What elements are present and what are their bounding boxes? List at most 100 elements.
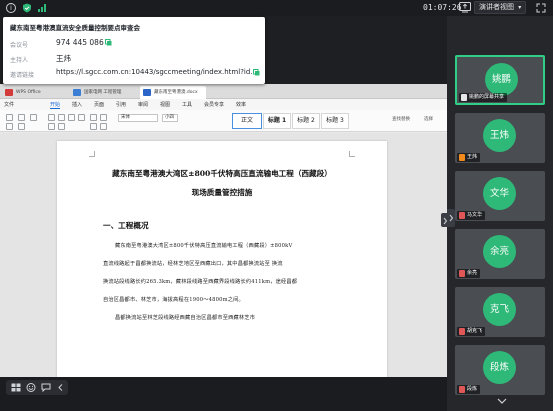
document-icon (73, 89, 81, 96)
ribbon-menu: 文件 开始 插入 页面 引用 审阅 视图 工具 会员专享 效率 (0, 99, 447, 110)
shield-icon[interactable] (22, 3, 32, 13)
toolbar-group (6, 380, 68, 395)
style-heading-2[interactable]: 标题 2 (292, 113, 320, 129)
menu-layout[interactable]: 页面 (94, 101, 104, 108)
signal-icon (38, 4, 46, 12)
menu-review[interactable]: 审阅 (138, 101, 148, 108)
find-replace-button[interactable]: 查找替换 (392, 116, 410, 122)
redo-icon[interactable] (18, 123, 25, 130)
participant-name: 段炼 (467, 386, 478, 392)
cut-icon[interactable] (18, 114, 25, 121)
reaction-icon[interactable] (26, 383, 36, 392)
mic-muted-icon (459, 328, 465, 335)
wps-icon (5, 89, 13, 96)
participant-name-badge: 王炜 (457, 153, 481, 162)
font-color-icon[interactable] (48, 123, 55, 130)
align-left-icon[interactable] (90, 114, 97, 121)
participant-tile[interactable]: 王炜 王炜 (455, 113, 545, 163)
italic-icon[interactable] (58, 114, 65, 121)
participant-name: 王炜 (467, 154, 478, 160)
avatar: 王炜 (483, 119, 516, 152)
strikethrough-icon[interactable] (78, 114, 85, 121)
share-screen-icon[interactable] (459, 2, 471, 13)
top-bar: i 01:07:26 演讲者视图 ▾ (0, 0, 553, 16)
align-center-icon[interactable] (100, 114, 107, 121)
participant-name-badge: 胡克飞 (457, 327, 486, 336)
view-mode-dropdown[interactable]: 演讲者视图 ▾ (474, 1, 527, 14)
highlight-icon[interactable] (58, 123, 65, 130)
document-title: 藏东南至粤港澳大湾区±800千伏特高压直流输电工程（西藏段） (112, 169, 332, 178)
info-icon[interactable]: i (6, 3, 16, 13)
undo-icon[interactable] (6, 123, 13, 130)
meeting-title: 藏东南至粤港澳直流安全质量控制要点审查会 (10, 24, 140, 32)
copy-link-icon[interactable] (253, 69, 260, 76)
style-heading-3[interactable]: 标题 3 (321, 113, 349, 129)
paragraph-line: 昌都换流站至林芝段线路经西藏自治区昌都市至西藏林芝市 (115, 315, 256, 321)
bold-icon[interactable] (48, 114, 55, 121)
menu-insert[interactable]: 插入 (72, 101, 82, 108)
participant-name: 胡克飞 (467, 328, 483, 334)
participant-tile[interactable]: 文华 马文华 (455, 171, 545, 221)
doc-tab[interactable]: 国家电网 工程管理 (70, 86, 136, 99)
panel-collapse-handle[interactable] (447, 209, 455, 227)
participant-tile[interactable]: 克飞 胡克飞 (455, 287, 545, 337)
copy-icon[interactable] (105, 39, 112, 46)
participant-name-badge: 马文华 (457, 211, 486, 220)
participant-name-badge: 段炼 (457, 385, 481, 394)
screen-share-icon (461, 94, 467, 101)
participant-tile[interactable]: 余亮 余亮 (455, 229, 545, 279)
style-normal[interactable]: 正文 (232, 113, 262, 129)
menu-references[interactable]: 引用 (116, 101, 126, 108)
grid-view-icon[interactable] (11, 383, 21, 392)
mic-muted-icon (459, 270, 465, 277)
paragraph-line: 藏东南至粤港澳大湾区±800千伏特高压直流输电工程（西藏段）±800kV (115, 243, 293, 249)
document-tab-bar: WPS Office 国家电网 工程管理 藏东南至粤港澳.docx (0, 84, 447, 99)
avatar: 文华 (483, 177, 516, 210)
menu-file[interactable]: 文件 (4, 101, 14, 108)
avatar: 段炼 (483, 351, 516, 384)
bottom-toolbar (0, 377, 447, 411)
menu-home[interactable]: 开始 (50, 101, 61, 109)
invite-link-value[interactable]: https://l.sgcc.com.cn:10443/sgccmeeting/… (56, 68, 257, 76)
style-heading-1[interactable]: 标题 1 (263, 113, 291, 129)
document-page: 藏东南至粤港澳大湾区±800千伏特高压直流输电工程（西藏段） 现场质量管控措施 … (57, 141, 387, 377)
document-canvas: 藏东南至粤港澳大湾区±800千伏特高压直流输电工程（西藏段） 现场质量管控措施 … (0, 133, 447, 377)
mic-muted-icon (459, 212, 465, 219)
menu-view[interactable]: 视图 (160, 101, 170, 108)
chevron-right-icon (449, 214, 454, 222)
copy-format-icon[interactable] (30, 114, 37, 121)
select-button[interactable]: 选择 (424, 116, 433, 122)
view-mode-label: 演讲者视图 (479, 3, 514, 11)
chevron-down-icon: ▾ (518, 4, 522, 11)
meeting-id-label: 会议号 (10, 42, 29, 49)
chat-icon[interactable] (41, 383, 51, 392)
menu-tools[interactable]: 工具 (182, 101, 192, 108)
mic-muted-icon (459, 386, 465, 393)
host-value: 王炜 (56, 54, 71, 63)
doc-tab[interactable]: WPS Office (2, 86, 46, 99)
chevron-down-icon[interactable] (496, 396, 508, 406)
font-name-select[interactable]: 宋体 (118, 114, 158, 122)
menu-efficiency[interactable]: 效率 (236, 101, 246, 108)
paragraph-line: 自治区昌都市、林芝市，海拔高程在1900～4800m之间。 (103, 297, 244, 303)
paragraph-line: 换流站段线路长约265.3km，藏林段线路至西藏界段线路长约411km，途经昌都 (103, 279, 298, 285)
paste-icon[interactable] (6, 114, 13, 121)
bullets-icon[interactable] (90, 123, 97, 130)
meeting-window: i 01:07:26 演讲者视图 ▾ 藏东南至粤港澳直流安全质量控制要点审查会 … (0, 0, 553, 411)
fullscreen-icon[interactable] (536, 3, 546, 13)
participant-name: 马文华 (467, 212, 483, 218)
host-label: 主持人 (10, 57, 29, 64)
collapse-left-icon[interactable] (56, 383, 66, 392)
ribbon-toolbar: 宋体 小四 正文 标题 1 标题 2 标题 3 查找替换 选择 (0, 110, 447, 132)
shared-screen: WPS Office 国家电网 工程管理 藏东南至粤港澳.docx 文件 开始 … (0, 84, 447, 377)
doc-tab-active[interactable]: 藏东南至粤港澳.docx (140, 86, 206, 99)
underline-icon[interactable] (68, 114, 75, 121)
participant-tile[interactable]: 姚鹏 姚鹏的屏幕共享 (455, 55, 545, 105)
doc-tab-label: WPS Office (16, 90, 41, 95)
font-size-select[interactable]: 小四 (162, 114, 178, 122)
participant-tile[interactable]: 段炼 段炼 (455, 345, 545, 395)
word-doc-icon (143, 89, 151, 96)
meeting-info-popup: 藏东南至粤港澳直流安全质量控制要点审查会 会议号 974 445 086 主持人… (3, 17, 265, 84)
menu-member[interactable]: 会员专享 (204, 101, 224, 108)
numbering-icon[interactable] (100, 123, 107, 130)
